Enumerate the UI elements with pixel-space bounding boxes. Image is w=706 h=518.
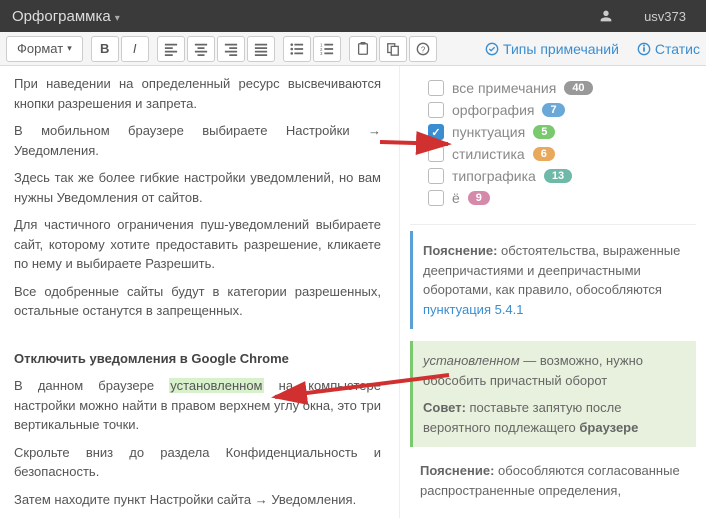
bold-button[interactable]: B <box>91 36 119 62</box>
highlighted-word[interactable]: установленном <box>169 378 263 393</box>
note-suggestion[interactable]: установленном — возможно, нужно обособит… <box>410 341 696 447</box>
note-explanation[interactable]: Пояснение: обстоятельства, выраженные де… <box>410 231 696 329</box>
toolbar: Формат ▾ B I 123 ? Типы примечаний Стати… <box>0 32 706 66</box>
paragraph: В данном браузере установленном на компь… <box>14 376 381 435</box>
align-right-button[interactable] <box>217 36 245 62</box>
paragraph: В мобильном браузере выбираете Настройки… <box>14 121 381 160</box>
editor-pane[interactable]: При наведении на определенный ресурс выс… <box>0 66 400 518</box>
checkbox[interactable] <box>428 146 444 162</box>
filter-punctuation[interactable]: пунктуация5 <box>428 124 692 140</box>
paragraph: При наведении на определенный ресурс выс… <box>14 74 381 113</box>
checkbox[interactable] <box>428 190 444 206</box>
italic-button[interactable]: I <box>121 36 149 62</box>
list-ul-button[interactable] <box>283 36 311 62</box>
rule-link[interactable]: пунктуация 5.4.1 <box>423 302 524 317</box>
svg-text:?: ? <box>421 45 426 54</box>
main-area: При наведении на определенный ресурс выс… <box>0 66 706 518</box>
user-icon[interactable] <box>598 8 614 24</box>
format-dropdown[interactable]: Формат ▾ <box>6 36 83 62</box>
filter-style[interactable]: стилистика6 <box>428 146 692 162</box>
chevron-down-icon: ▾ <box>115 13 120 24</box>
side-panel: все примечания40 орфография7 пунктуация5… <box>400 66 706 518</box>
checkbox[interactable] <box>428 80 444 96</box>
paragraph: Для частичного ограничения пуш-уведомлен… <box>14 215 381 274</box>
filter-yo[interactable]: ё9 <box>428 190 692 206</box>
paragraph: Здесь так же более гибкие настройки увед… <box>14 168 381 207</box>
count-badge: 5 <box>533 125 555 139</box>
paste-button[interactable] <box>349 36 377 62</box>
note-types-link[interactable]: Типы примечаний <box>485 41 619 57</box>
top-bar: Орфограммка▾ usv373 <box>0 0 706 32</box>
note-explanation-2[interactable]: Пояснение: обособляются согласованные ра… <box>410 459 696 510</box>
help-button[interactable]: ? <box>409 36 437 62</box>
heading: Отключить уведомления в Google Chrome <box>14 349 381 369</box>
svg-text:3: 3 <box>320 51 323 56</box>
filters: все примечания40 орфография7 пунктуация5… <box>410 74 696 225</box>
align-center-button[interactable] <box>187 36 215 62</box>
username[interactable]: usv373 <box>644 9 686 24</box>
count-badge: 9 <box>468 191 490 205</box>
brand[interactable]: Орфограммка▾ <box>12 8 120 25</box>
checkbox[interactable] <box>428 168 444 184</box>
paragraph: Затем находите пункт Настройки сайта → У… <box>14 490 381 510</box>
count-badge: 40 <box>564 81 592 95</box>
count-badge: 7 <box>542 103 564 117</box>
copy-button[interactable] <box>379 36 407 62</box>
checkbox-checked[interactable] <box>428 124 444 140</box>
filter-orthography[interactable]: орфография7 <box>428 102 692 118</box>
stats-link[interactable]: Статис <box>637 41 700 57</box>
paragraph: Все одобренные сайты будут в категории р… <box>14 282 381 321</box>
count-badge: 13 <box>544 169 572 183</box>
paragraph: Скрольте вниз до раздела Конфиденциально… <box>14 443 381 482</box>
count-badge: 6 <box>533 147 555 161</box>
filter-all[interactable]: все примечания40 <box>428 80 692 96</box>
list-ol-button[interactable]: 123 <box>313 36 341 62</box>
align-left-button[interactable] <box>157 36 185 62</box>
filter-typography[interactable]: типографика13 <box>428 168 692 184</box>
align-justify-button[interactable] <box>247 36 275 62</box>
checkbox[interactable] <box>428 102 444 118</box>
